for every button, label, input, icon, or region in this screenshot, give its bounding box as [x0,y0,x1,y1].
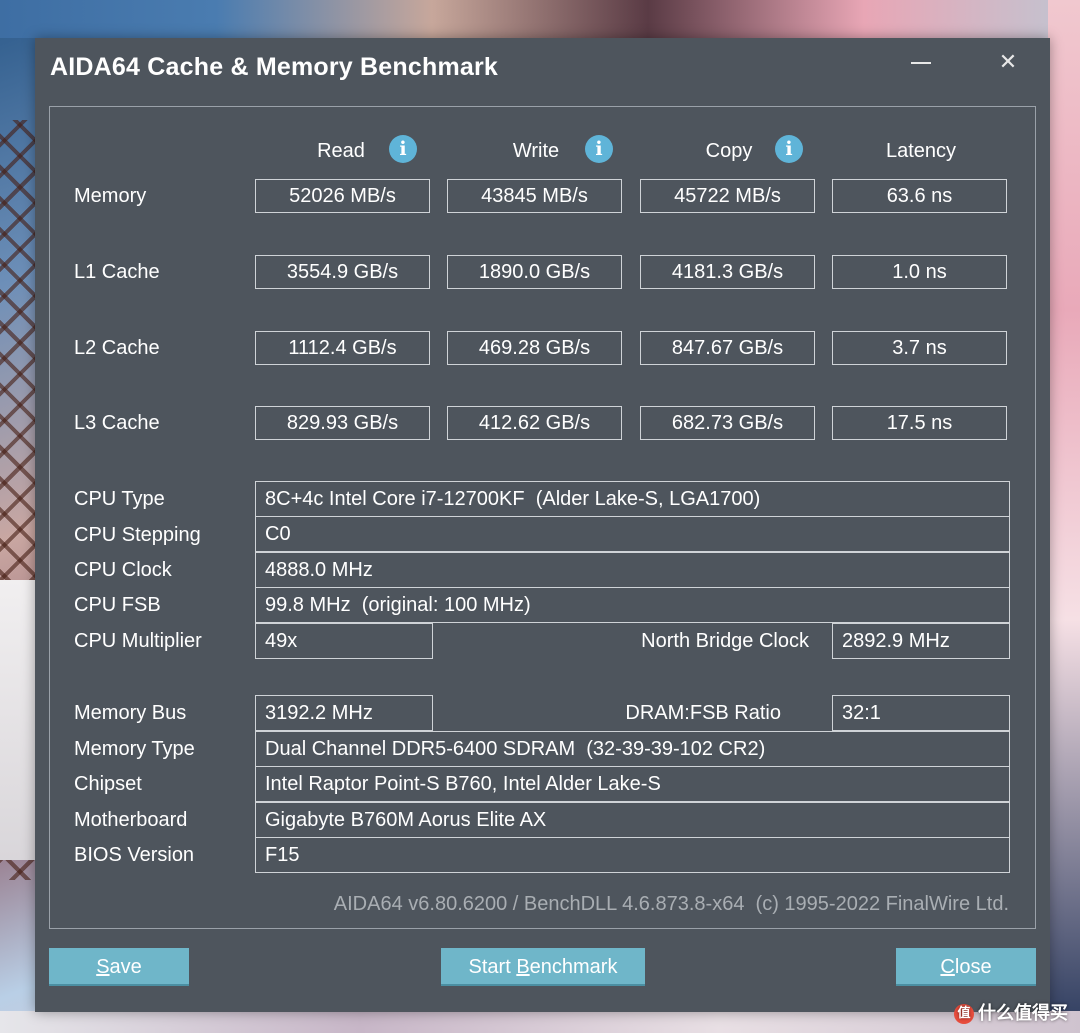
cpu-multiplier-label: CPU Multiplier [74,630,202,652]
memory-bus-label: Memory Bus [74,702,187,724]
column-header-read: Read [317,140,365,162]
l1-latency-value: 1.0 ns [832,255,1007,289]
desktop-wallpaper-bottom [0,1011,1080,1033]
minimize-icon [911,62,931,65]
row-label-l3-cache: L3 Cache [74,412,160,434]
version-copyright-text: AIDA64 v6.80.6200 / BenchDLL 4.6.873.8-x… [333,893,1009,915]
cpu-clock-value: 4888.0 MHz [255,552,1010,588]
bios-version-label: BIOS Version [74,844,195,866]
watermark-text: 什么值得买 [978,1003,1068,1024]
row-label-memory: Memory [74,185,147,207]
memory-type-value: Dual Channel DDR5-6400 SDRAM (32-39-39-1… [255,731,1010,767]
l1-copy-value: 4181.3 GB/s [640,255,815,289]
start-button-label-rest: enchmark [529,956,618,978]
l3-copy-value: 682.73 GB/s [640,406,815,440]
memory-latency-value: 63.6 ns [832,179,1007,213]
save-button[interactable]: Save [49,948,189,986]
row-label-l1-cache: L1 Cache [74,261,160,283]
cpu-stepping-value: C0 [255,516,1010,552]
cpu-fsb-label: CPU FSB [74,594,161,616]
l2-read-value: 1112.4 GB/s [255,331,430,365]
dram-fsb-ratio-value: 32:1 [832,695,1010,731]
memory-read-value: 52026 MB/s [255,179,430,213]
desktop-wallpaper-left-lower [0,580,36,860]
l2-copy-value: 847.67 GB/s [640,331,815,365]
l3-write-value: 412.62 GB/s [447,406,622,440]
close-accelerator: C [940,956,955,978]
memory-bus-value: 3192.2 MHz [255,695,433,731]
row-label-l2-cache: L2 Cache [74,337,160,359]
start-benchmark-button[interactable]: Start Benchmark [441,948,645,986]
chipset-value: Intel Raptor Point-S B760, Intel Alder L… [255,766,1010,802]
cpu-clock-label: CPU Clock [74,559,172,581]
window-title: AIDA64 Cache & Memory Benchmark [50,53,499,81]
benchmark-window: AIDA64 Cache & Memory Benchmark ✕ Read i… [35,38,1050,1012]
l3-read-value: 829.93 GB/s [255,406,430,440]
cpu-type-value: 8C+4c Intel Core i7-12700KF (Alder Lake-… [255,481,1010,517]
bios-version-value: F15 [255,837,1010,873]
memory-copy-value: 45722 MB/s [640,179,815,213]
column-header-copy: Copy [705,140,753,162]
dram-fsb-ratio-label: DRAM:FSB Ratio [625,702,781,724]
cpu-stepping-label: CPU Stepping [74,524,201,546]
start-benchmark-accelerator: B [516,956,530,978]
motherboard-value: Gigabyte B760M Aorus Elite AX [255,802,1010,838]
motherboard-label: Motherboard [74,809,188,831]
close-button-label: lose [954,956,992,978]
l1-read-value: 3554.9 GB/s [255,255,430,289]
l1-write-value: 1890.0 GB/s [447,255,622,289]
north-bridge-clock-value: 2892.9 MHz [832,623,1010,659]
desktop-wallpaper-top [0,0,1080,38]
minimize-button[interactable] [901,48,941,78]
write-info-icon[interactable]: i [585,135,613,163]
cpu-multiplier-value: 49x [255,623,433,659]
save-accelerator: S [96,956,110,978]
column-header-latency: Latency [885,140,957,162]
memory-type-label: Memory Type [74,738,195,760]
north-bridge-clock-label: North Bridge Clock [641,630,809,652]
site-watermark: 值什么值得买 [954,999,1068,1025]
watermark-logo-icon: 值 [954,1004,974,1024]
desktop-wallpaper-right [1048,0,1080,1033]
close-button[interactable]: Close [896,948,1036,986]
copy-info-icon[interactable]: i [775,135,803,163]
l3-latency-value: 17.5 ns [832,406,1007,440]
cpu-type-label: CPU Type [74,488,165,510]
l2-latency-value: 3.7 ns [832,331,1007,365]
close-window-button[interactable]: ✕ [988,48,1028,78]
save-button-label: ave [109,956,142,978]
memory-write-value: 43845 MB/s [447,179,622,213]
cpu-fsb-value: 99.8 MHz (original: 100 MHz) [255,587,1010,623]
start-button-label-pre: Start [468,956,517,978]
chipset-label: Chipset [74,773,142,795]
read-info-icon[interactable]: i [389,135,417,163]
l2-write-value: 469.28 GB/s [447,331,622,365]
column-header-write: Write [512,140,560,162]
